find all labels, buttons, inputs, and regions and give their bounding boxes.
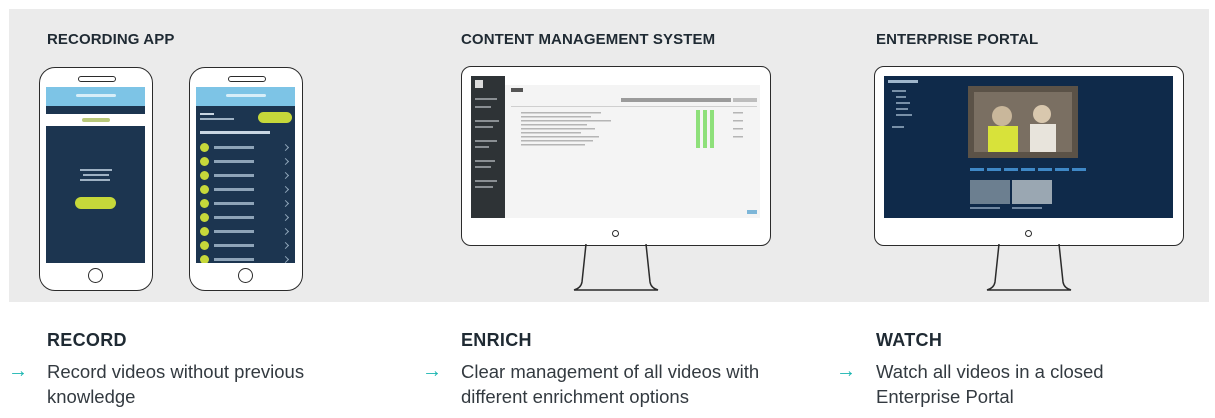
step-title-record: RECORD [47, 330, 127, 350]
start-recording-button [75, 197, 116, 209]
arrow-right-icon: → [422, 360, 442, 382]
phone-home-button [88, 268, 103, 283]
app-logo [46, 114, 145, 126]
app-header [196, 87, 295, 106]
step-title-enrich: ENRICH [461, 330, 532, 350]
monitor-icon [874, 66, 1184, 246]
recording-app-start-screen [46, 87, 145, 263]
monitor-stand [986, 244, 1072, 291]
arrow-right-icon: → [836, 360, 856, 382]
step-description-record: Record videos without previous knowledge [47, 361, 305, 407]
section-title-cms: CONTENT MANAGEMENT SYSTEM [461, 31, 716, 48]
step-description-enrich: Clear management of all videos with diff… [461, 361, 760, 407]
cms-screenshot [471, 76, 760, 218]
section-title-enterprise-portal: ENTERPRISE PORTAL [876, 31, 1039, 48]
recording-app-sequence-screen [196, 87, 295, 263]
monitor-icon [461, 66, 771, 246]
step-description-watch: Watch all videos in a closed Enterprise … [876, 361, 1104, 407]
app-header [46, 87, 145, 106]
phone-speaker [228, 76, 266, 82]
add-sequence-button [258, 112, 292, 123]
monitor-stand [573, 244, 659, 291]
arrow-right-icon: → [8, 360, 28, 382]
phone-speaker [78, 76, 116, 82]
smartphone-icon [189, 67, 303, 291]
portal-screen [884, 76, 1173, 218]
section-title-recording-app: RECORDING APP [47, 31, 175, 48]
smartphone-icon [39, 67, 153, 291]
phone-home-button [238, 268, 253, 283]
monitor-power-button [612, 230, 619, 237]
cms-screen [471, 76, 760, 218]
step-title-watch: WATCH [876, 330, 943, 350]
portal-screenshot [884, 76, 1173, 218]
monitor-power-button [1025, 230, 1032, 237]
